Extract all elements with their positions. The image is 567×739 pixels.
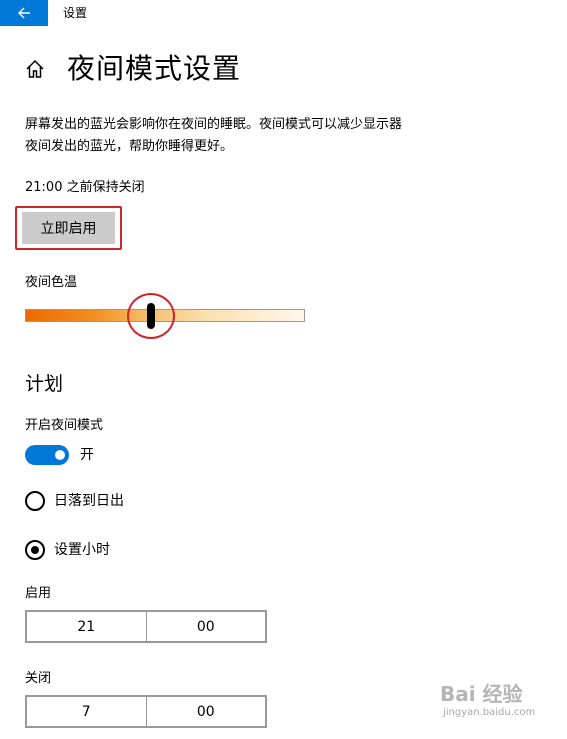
schedule-toggle-label: 开启夜间模式	[25, 418, 104, 433]
turn-on-time-label: 启用	[25, 586, 52, 601]
radio-set-hours[interactable]	[25, 540, 45, 560]
turn-on-time-picker[interactable]: 21 00	[25, 610, 267, 643]
back-button[interactable]	[0, 0, 48, 26]
toggle-knob	[55, 450, 65, 460]
turn-off-time-picker[interactable]: 7 00	[25, 695, 267, 728]
schedule-section-title: 计划	[25, 373, 64, 395]
description-line-1: 屏幕发出的蓝光会影响你在夜间的睡眠。夜间模式可以减少显示器	[25, 117, 403, 132]
enable-now-button[interactable]: 立即启用	[22, 212, 115, 244]
annotation-highlight-circle	[127, 293, 175, 339]
title-bar: 设置	[0, 0, 567, 26]
back-arrow-icon	[18, 7, 30, 19]
app-title: 设置	[63, 6, 88, 20]
turn-off-minute[interactable]: 00	[145, 697, 266, 726]
turn-off-time-label: 关闭	[25, 671, 52, 686]
color-temperature-label: 夜间色温	[25, 275, 78, 290]
night-light-status: 21:00 之前保持关闭	[25, 180, 145, 195]
radio-sunset-to-sunrise[interactable]	[25, 491, 45, 511]
radio-sunset-label: 日落到日出	[54, 493, 124, 509]
watermark-url: jingyan.baidu.com	[443, 707, 536, 718]
description: 屏幕发出的蓝光会影响你在夜间的睡眠。夜间模式可以减少显示器 夜间发出的蓝光，帮助…	[25, 114, 485, 158]
watermark-logo: Bai 经验	[440, 682, 523, 706]
schedule-toggle[interactable]	[25, 445, 69, 465]
description-line-2: 夜间发出的蓝光，帮助你睡得更好。	[25, 139, 234, 154]
home-icon[interactable]	[24, 58, 46, 80]
turn-on-hour[interactable]: 21	[27, 612, 146, 641]
page-title: 夜间模式设置	[67, 52, 242, 85]
radio-selected-dot	[31, 546, 39, 554]
turn-on-minute[interactable]: 00	[145, 612, 266, 641]
turn-off-hour[interactable]: 7	[27, 697, 146, 726]
radio-set-hours-label: 设置小时	[54, 542, 110, 558]
toggle-state-label: 开	[80, 447, 94, 463]
